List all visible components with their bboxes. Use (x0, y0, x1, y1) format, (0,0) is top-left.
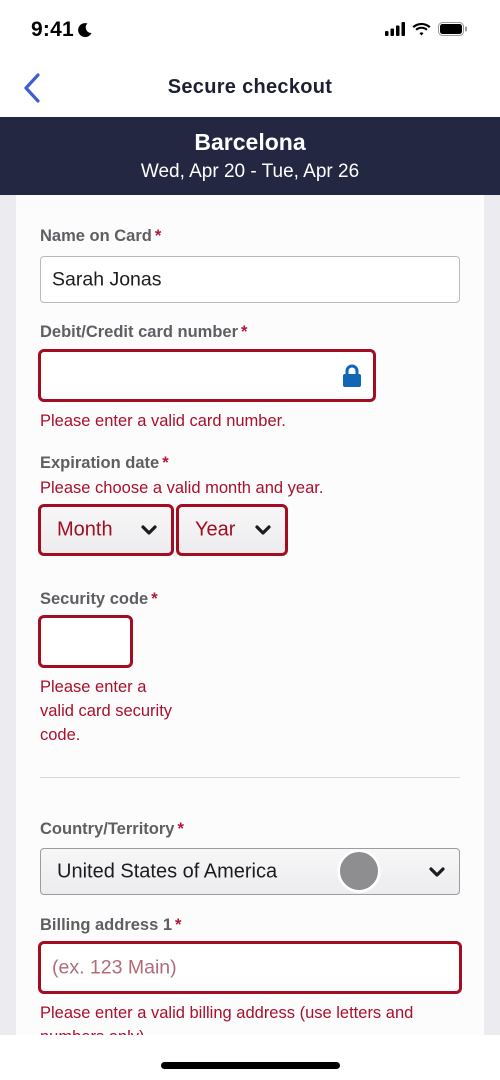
security-code-error-line: valid card security (40, 702, 173, 720)
security-code-error-line: code. (40, 726, 81, 744)
billing-address-1-label: Billing address 1 * (40, 916, 181, 935)
expiration-date-label-text: Expiration date (40, 454, 160, 472)
status-time: 9:41 (31, 18, 93, 42)
cellular-signal-icon (385, 22, 405, 36)
wifi-icon (412, 23, 431, 36)
month-select-value: Month (57, 518, 113, 541)
required-marker: * (151, 590, 158, 608)
trip-dates: Wed, Apr 20 - Tue, Apr 26 (140, 161, 360, 182)
security-code-label-text: Security code (40, 590, 149, 608)
chevron-down-icon (255, 525, 271, 535)
security-code-label: Security code * (40, 590, 158, 609)
page-title: Secure checkout (167, 76, 333, 98)
trip-city: Barcelona (194, 129, 306, 155)
clock-text: 9:41 (31, 18, 74, 41)
required-marker: * (241, 323, 248, 341)
battery-icon (438, 22, 467, 36)
touch-indicator (338, 850, 380, 892)
home-indicator-area (0, 1035, 500, 1080)
card-number-label-text: Debit/Credit card number (40, 323, 239, 341)
card-number-input[interactable] (38, 349, 376, 402)
billing-address-1-label-text: Billing address 1 (40, 916, 173, 934)
name-on-card-value: Sarah Jonas (52, 268, 162, 290)
required-marker: * (162, 454, 169, 472)
security-code-input[interactable] (38, 615, 133, 668)
country-select-value: United States of America (57, 860, 278, 882)
security-code-error-line: Please enter a (40, 678, 147, 696)
status-bar: 9:41 (0, 0, 500, 60)
billing-address-1-placeholder: (ex. 123 Main) (52, 956, 177, 978)
lock-icon (343, 364, 361, 387)
name-on-card-label: Name on Card * (40, 227, 161, 246)
country-label: Country/Territory * (40, 820, 184, 839)
country-select[interactable]: United States of America (40, 848, 460, 895)
trip-summary-header: Barcelona Wed, Apr 20 - Tue, Apr 26 (0, 117, 500, 195)
home-indicator[interactable] (161, 1062, 340, 1069)
country-label-text: Country/Territory (40, 820, 175, 838)
name-on-card-input[interactable]: Sarah Jonas (40, 256, 460, 303)
card-number-label: Debit/Credit card number * (40, 323, 247, 342)
status-icons (385, 22, 468, 36)
expiration-date-error: Please choose a valid month and year. (40, 479, 324, 497)
moon-icon (77, 23, 92, 38)
card-number-error: Please enter a valid card number. (40, 412, 286, 430)
year-select[interactable]: Year (176, 504, 288, 556)
chevron-down-icon (429, 866, 445, 877)
year-select-value: Year (195, 518, 236, 541)
billing-address-1-input[interactable]: (ex. 123 Main) (38, 941, 462, 994)
billing-address-error-line: Please enter a valid billing address (us… (40, 1004, 414, 1022)
required-marker: * (175, 916, 182, 934)
month-select[interactable]: Month (38, 504, 174, 556)
chevron-down-icon (141, 525, 157, 535)
section-divider (40, 777, 460, 778)
expiration-date-label: Expiration date * (40, 454, 169, 473)
security-code-error: Please enter a valid card security code. (40, 675, 172, 747)
name-on-card-label-text: Name on Card (40, 227, 152, 245)
required-marker: * (177, 820, 184, 838)
nav-bar: Secure checkout (0, 60, 500, 117)
required-marker: * (154, 227, 162, 245)
